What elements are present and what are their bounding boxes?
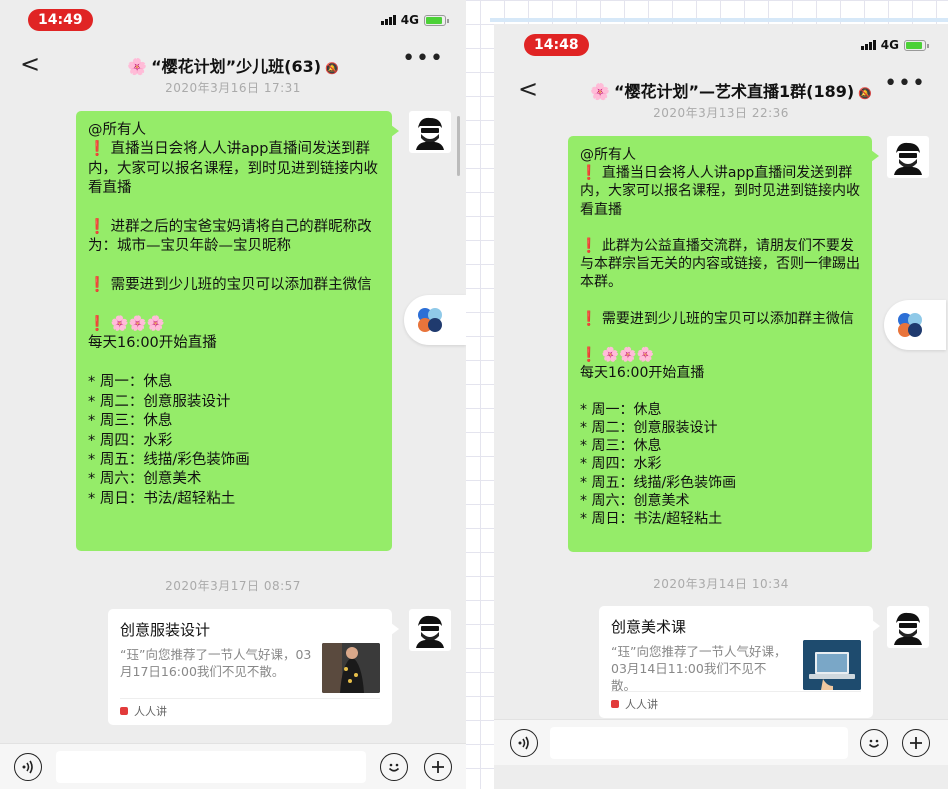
chat-input-bar xyxy=(494,719,948,765)
right-phone-screen: 14:48 4G < 🌸 “樱花计划”—艺术直播1群(189) 🔕 ••• 2020… xyxy=(494,24,948,789)
status-time: 14:49 xyxy=(28,9,93,31)
avatar[interactable] xyxy=(409,111,451,153)
avatar[interactable] xyxy=(887,606,929,648)
battery-icon xyxy=(424,14,449,26)
left-phone-screen: 14:49 4G < 🌸 “樱花计划”少儿班(63) 🔕 ••• 2020年3月16… xyxy=(0,0,466,789)
floating-assistant-button[interactable] xyxy=(404,295,466,345)
chat-title: 🌸 “樱花计划”—艺术直播1群(189) 🔕 xyxy=(514,78,948,102)
card-thumbnail xyxy=(803,640,861,690)
message-timestamp: 2020年3月14日 10:34 xyxy=(653,577,789,591)
chat-title: 🌸 “樱花计划”少儿班(63) 🔕 xyxy=(0,53,466,77)
card-source: 人人讲 xyxy=(625,698,658,711)
course-card[interactable]: 创意美术课 “珏”向您推荐了一节人气好课，03月14日11:00我们不见不散。 … xyxy=(599,606,880,718)
plus-icon[interactable] xyxy=(902,729,930,757)
voice-icon[interactable] xyxy=(14,753,42,781)
assistant-logo-icon xyxy=(898,313,922,337)
app-logo-icon xyxy=(120,707,128,715)
floating-assistant-button[interactable] xyxy=(884,300,946,350)
more-icon[interactable]: ••• xyxy=(884,71,926,96)
emoji-icon[interactable] xyxy=(860,729,888,757)
message-input[interactable] xyxy=(56,751,366,783)
chat-nav-bar: < 🌸 “樱花计划”—艺术直播1群(189) 🔕 ••• xyxy=(494,71,948,107)
course-card[interactable]: 创意服装设计 “珏”向您推荐了一节人气好课，03月17日16:00我们不见不散。… xyxy=(108,609,399,725)
announcement-bubble[interactable]: @所有人 ❗ 直播当日会将人人讲app直播间发送到群内，大家可以报名课程，到时见… xyxy=(568,136,879,552)
avatar[interactable] xyxy=(409,609,451,651)
chat-title-text: “樱花计划”少儿班(63) xyxy=(151,57,322,76)
network-label: 4G xyxy=(400,13,419,27)
card-footer: 人人讲 xyxy=(611,691,861,712)
status-time: 14:48 xyxy=(524,34,589,56)
card-description: “珏”向您推荐了一节人气好课，03月14日11:00我们不见不散。 xyxy=(611,644,787,693)
top-accent-line xyxy=(490,18,948,22)
message-timestamp: 2020年3月16日 17:31 xyxy=(165,81,301,95)
flower-icon: 🌸 xyxy=(590,82,610,101)
assistant-logo-icon xyxy=(418,308,442,332)
status-bar: 14:48 4G xyxy=(494,24,948,64)
chat-title-text: “樱花计划”—艺术直播1群(189) xyxy=(614,82,855,101)
status-icons: 4G xyxy=(380,13,449,27)
plus-icon[interactable] xyxy=(424,753,452,781)
message-input[interactable] xyxy=(550,727,848,759)
message-timestamp: 2020年3月13日 22:36 xyxy=(653,106,789,120)
chat-nav-bar: < 🌸 “樱花计划”少儿班(63) 🔕 ••• xyxy=(0,46,466,82)
battery-icon xyxy=(904,39,929,51)
signal-icon xyxy=(860,40,876,50)
mute-icon: 🔕 xyxy=(858,87,872,100)
card-title: 创意服装设计 xyxy=(120,621,211,639)
more-icon[interactable]: ••• xyxy=(402,46,444,71)
status-bar: 14:49 4G xyxy=(0,0,466,40)
flower-icon: 🌸 xyxy=(127,57,148,76)
card-footer: 人人讲 xyxy=(120,698,380,719)
emoji-icon[interactable] xyxy=(380,753,408,781)
message-timestamp: 2020年3月17日 08:57 xyxy=(165,579,301,593)
app-logo-icon xyxy=(611,700,619,708)
announcement-bubble[interactable]: @所有人 ❗ 直播当日会将人人讲app直播间发送到群内，大家可以报名课程，到时见… xyxy=(76,111,399,551)
mute-icon: 🔕 xyxy=(325,62,339,75)
status-icons: 4G xyxy=(860,38,929,52)
network-label: 4G xyxy=(880,38,899,52)
card-description: “珏”向您推荐了一节人气好课，03月17日16:00我们不见不散。 xyxy=(120,647,312,679)
voice-icon[interactable] xyxy=(510,729,538,757)
avatar[interactable] xyxy=(887,136,929,178)
chat-input-bar xyxy=(0,743,466,789)
scrollbar[interactable] xyxy=(457,116,460,176)
card-title: 创意美术课 xyxy=(611,618,687,636)
signal-icon xyxy=(380,15,396,25)
card-source: 人人讲 xyxy=(134,705,167,718)
card-thumbnail xyxy=(322,643,380,693)
